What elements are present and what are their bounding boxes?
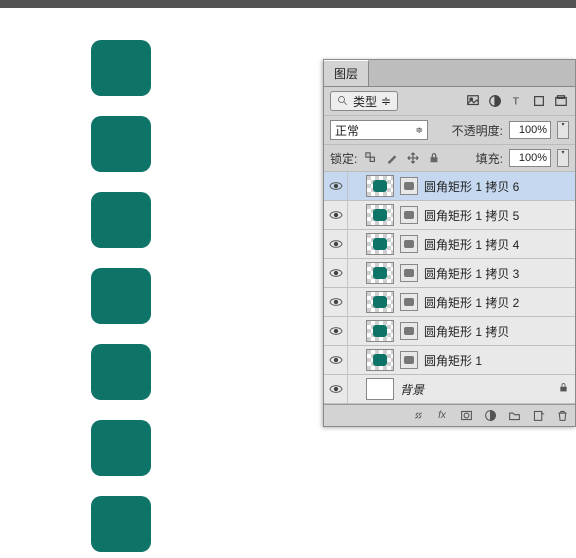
layer-name[interactable]: 背景 (400, 381, 552, 398)
layer-mask-icon[interactable] (459, 409, 473, 423)
fill-stepper[interactable]: ▾ (557, 149, 569, 167)
link-layers-icon[interactable] (411, 409, 425, 423)
filter-smart-icon[interactable] (553, 93, 569, 109)
layer-mask-thumbnail (400, 293, 418, 311)
layer-row[interactable]: 圆角矩形 1 拷贝 4 (324, 230, 575, 259)
lock-position-icon[interactable] (405, 151, 420, 166)
fill-label: 填充: (476, 150, 503, 167)
visibility-toggle[interactable] (324, 288, 348, 316)
layer-name[interactable]: 圆角矩形 1 拷贝 2 (424, 294, 569, 311)
layer-fx-icon[interactable]: fx (435, 409, 449, 423)
filter-label: 类型 (353, 93, 377, 110)
visibility-toggle[interactable] (324, 201, 348, 229)
chevron-down-icon: ≑ (415, 125, 423, 136)
tab-layers[interactable]: 图层 (324, 60, 369, 86)
canvas-shape[interactable] (91, 40, 151, 96)
visibility-toggle[interactable] (324, 375, 348, 403)
layer-name[interactable]: 圆角矩形 1 拷贝 5 (424, 207, 569, 224)
filter-shape-icon[interactable] (531, 93, 547, 109)
new-layer-icon[interactable] (531, 409, 545, 423)
layer-thumbnail (366, 175, 394, 197)
layer-row[interactable]: 圆角矩形 1 拷贝 5 (324, 201, 575, 230)
app-titlebar (0, 0, 576, 8)
layer-row[interactable]: 圆角矩形 1 拷贝 3 (324, 259, 575, 288)
lock-all-icon[interactable] (426, 151, 441, 166)
filter-row: 类型 ≑ T (324, 87, 575, 116)
canvas-shape[interactable] (91, 192, 151, 248)
layer-mask-thumbnail (400, 177, 418, 195)
canvas-shape[interactable] (91, 268, 151, 324)
visibility-toggle[interactable] (324, 230, 348, 258)
lock-row: 锁定: 填充: 100% ▾ (324, 145, 575, 172)
adjustment-layer-icon[interactable] (483, 409, 497, 423)
layer-mask-thumbnail (400, 351, 418, 369)
layer-thumbnail (366, 204, 394, 226)
filter-pixel-icon[interactable] (465, 93, 481, 109)
blend-mode-value: 正常 (335, 122, 359, 139)
layer-row[interactable]: 圆角矩形 1 (324, 346, 575, 375)
lock-pixels-icon[interactable] (384, 151, 399, 166)
layer-thumbnail (366, 291, 394, 313)
visibility-toggle[interactable] (324, 172, 348, 200)
canvas-shape[interactable] (91, 116, 151, 172)
layer-mask-thumbnail (400, 206, 418, 224)
layer-row[interactable]: 圆角矩形 1 拷贝 6 (324, 172, 575, 201)
layer-row[interactable]: 圆角矩形 1 拷贝 2 (324, 288, 575, 317)
layer-thumbnail (366, 349, 394, 371)
layer-mask-thumbnail (400, 235, 418, 253)
layer-name[interactable]: 圆角矩形 1 拷贝 4 (424, 236, 569, 253)
visibility-toggle[interactable] (324, 259, 348, 287)
layers-panel: 图层 类型 ≑ T 正常 ≑ 不透明度: 100% ▾ 锁定: 填充: 100% (323, 59, 576, 427)
canvas-shape[interactable] (91, 344, 151, 400)
layer-name[interactable]: 圆角矩形 1 拷贝 3 (424, 265, 569, 282)
filter-type-dropdown[interactable]: 类型 ≑ (330, 91, 398, 111)
svg-text:T: T (513, 96, 520, 108)
opacity-label: 不透明度: (452, 122, 503, 139)
layer-thumbnail (366, 378, 394, 400)
panel-footer: fx (324, 404, 575, 426)
lock-label: 锁定: (330, 150, 357, 167)
lock-icon (558, 382, 569, 396)
canvas-shape[interactable] (91, 496, 151, 552)
layer-mask-thumbnail (400, 322, 418, 340)
filter-text-icon[interactable]: T (509, 93, 525, 109)
layer-group-icon[interactable] (507, 409, 521, 423)
layer-name[interactable]: 圆角矩形 1 拷贝 (424, 323, 569, 340)
layer-list: 圆角矩形 1 拷贝 6 圆角矩形 1 拷贝 5 圆角矩形 1 拷贝 4 圆角矩形 1 … (324, 172, 575, 404)
layer-name[interactable]: 圆角矩形 1 (424, 352, 569, 369)
blend-mode-dropdown[interactable]: 正常 ≑ (330, 120, 428, 140)
opacity-input[interactable]: 100% (509, 121, 551, 139)
filter-adjust-icon[interactable] (487, 93, 503, 109)
delete-layer-icon[interactable] (555, 409, 569, 423)
canvas-shape[interactable] (91, 420, 151, 476)
layer-row[interactable]: 圆角矩形 1 拷贝 (324, 317, 575, 346)
opacity-stepper[interactable]: ▾ (557, 121, 569, 139)
layer-row[interactable]: 背景 (324, 375, 575, 404)
lock-transparent-icon[interactable] (363, 151, 378, 166)
panel-tabs: 图层 (324, 60, 575, 87)
blend-row: 正常 ≑ 不透明度: 100% ▾ (324, 116, 575, 145)
visibility-toggle[interactable] (324, 346, 348, 374)
layer-thumbnail (366, 233, 394, 255)
visibility-toggle[interactable] (324, 317, 348, 345)
layer-thumbnail (366, 262, 394, 284)
chevron-down-icon: ≑ (381, 94, 391, 108)
layer-mask-thumbnail (400, 264, 418, 282)
layer-name[interactable]: 圆角矩形 1 拷贝 6 (424, 178, 569, 195)
layer-thumbnail (366, 320, 394, 342)
fill-input[interactable]: 100% (509, 149, 551, 167)
